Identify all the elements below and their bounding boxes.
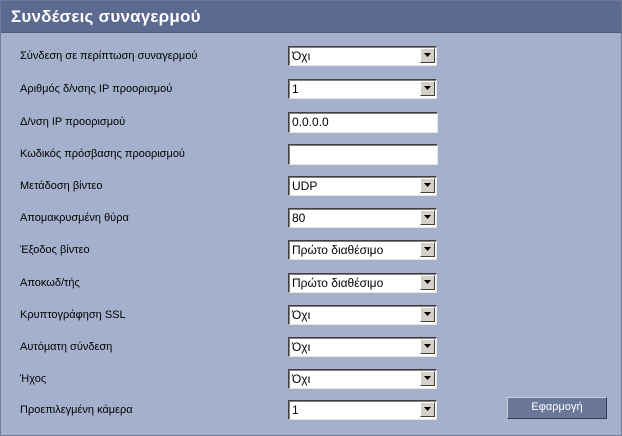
auto-connect-label: Αυτόματη σύνδεση: [20, 341, 113, 353]
chevron-down-icon[interactable]: [420, 210, 435, 225]
chevron-down-icon[interactable]: [420, 371, 435, 386]
ssl-encryption-value: Όχι: [292, 308, 311, 322]
row-destination-ip-number: Αριθμός δ/νσης IP προορισμού 1: [1, 79, 621, 101]
video-transmission-value: UDP: [292, 179, 318, 193]
remote-port-value: 80: [292, 211, 306, 225]
auto-connect-value: Όχι: [292, 340, 311, 354]
row-audio: Ήχος Όχι: [1, 369, 621, 391]
destination-password-input[interactable]: [288, 144, 438, 165]
chevron-down-icon[interactable]: [420, 307, 435, 322]
connect-on-alarm-select[interactable]: Όχι: [288, 46, 437, 66]
destination-password-label: Κωδικός πρόσβασης προορισμού: [20, 148, 185, 160]
row-destination-password: Κωδικός πρόσβασης προορισμού: [1, 144, 621, 166]
destination-ip-input[interactable]: 0.0.0.0: [288, 112, 438, 133]
audio-select[interactable]: Όχι: [288, 369, 437, 389]
default-camera-label: Προεπιλεγμένη κάμερα: [20, 404, 133, 416]
row-ssl-encryption: Κρυπτογράφηση SSL Όχι: [1, 305, 621, 327]
row-video-transmission: Μετάδοση βίντεο UDP: [1, 176, 621, 198]
destination-ip-label: Δ/νση IP προορισμού: [20, 116, 126, 128]
destination-ip-number-select[interactable]: 1: [288, 79, 437, 99]
remote-port-select[interactable]: 80: [288, 208, 437, 228]
auto-connect-select[interactable]: Όχι: [288, 337, 437, 357]
decoder-value: Πρώτο διαθέσιμο: [292, 276, 384, 290]
audio-value: Όχι: [292, 372, 311, 386]
video-output-value: Πρώτο διαθέσιμο: [292, 243, 384, 257]
connect-on-alarm-label: Σύνδεση σε περίπτωση συναγερμού: [20, 50, 198, 62]
video-transmission-select[interactable]: UDP: [288, 176, 437, 196]
decoder-label: Αποκωδ/τής: [20, 277, 80, 289]
row-connect-on-alarm: Σύνδεση σε περίπτωση συναγερμού Όχι: [1, 46, 621, 68]
alarm-connections-panel: Συνδέσεις συναγερμού Σύνδεση σε περίπτωσ…: [0, 0, 622, 436]
chevron-down-icon[interactable]: [420, 81, 435, 96]
ssl-encryption-select[interactable]: Όχι: [288, 305, 437, 325]
row-destination-ip: Δ/νση IP προορισμού 0.0.0.0: [1, 112, 621, 134]
video-transmission-label: Μετάδοση βίντεο: [20, 180, 103, 192]
chevron-down-icon[interactable]: [420, 339, 435, 354]
ssl-encryption-label: Κρυπτογράφηση SSL: [20, 309, 126, 321]
destination-ip-value: 0.0.0.0: [292, 115, 329, 129]
page-title: Συνδέσεις συναγερμού: [11, 7, 201, 26]
audio-label: Ήχος: [20, 373, 47, 385]
chevron-down-icon[interactable]: [420, 48, 435, 63]
row-decoder: Αποκωδ/τής Πρώτο διαθέσιμο: [1, 273, 621, 295]
remote-port-label: Απομακρυσμένη θύρα: [20, 212, 129, 224]
destination-ip-number-value: 1: [292, 82, 299, 96]
row-video-output: Έξοδος βίντεο Πρώτο διαθέσιμο: [1, 240, 621, 262]
apply-button[interactable]: Εφαρμογή: [507, 397, 607, 419]
panel-header: Συνδέσεις συναγερμού: [1, 1, 621, 33]
video-output-select[interactable]: Πρώτο διαθέσιμο: [288, 240, 437, 260]
row-auto-connect: Αυτόματη σύνδεση Όχι: [1, 337, 621, 359]
connect-on-alarm-value: Όχι: [292, 49, 311, 63]
destination-ip-number-label: Αριθμός δ/νσης IP προορισμού: [20, 83, 173, 95]
chevron-down-icon[interactable]: [420, 275, 435, 290]
row-remote-port: Απομακρυσμένη θύρα 80: [1, 208, 621, 230]
video-output-label: Έξοδος βίντεο: [20, 244, 90, 256]
default-camera-value: 1: [292, 403, 299, 417]
chevron-down-icon[interactable]: [420, 178, 435, 193]
chevron-down-icon[interactable]: [420, 402, 435, 417]
decoder-select[interactable]: Πρώτο διαθέσιμο: [288, 273, 437, 293]
chevron-down-icon[interactable]: [420, 242, 435, 257]
default-camera-select[interactable]: 1: [288, 400, 437, 420]
